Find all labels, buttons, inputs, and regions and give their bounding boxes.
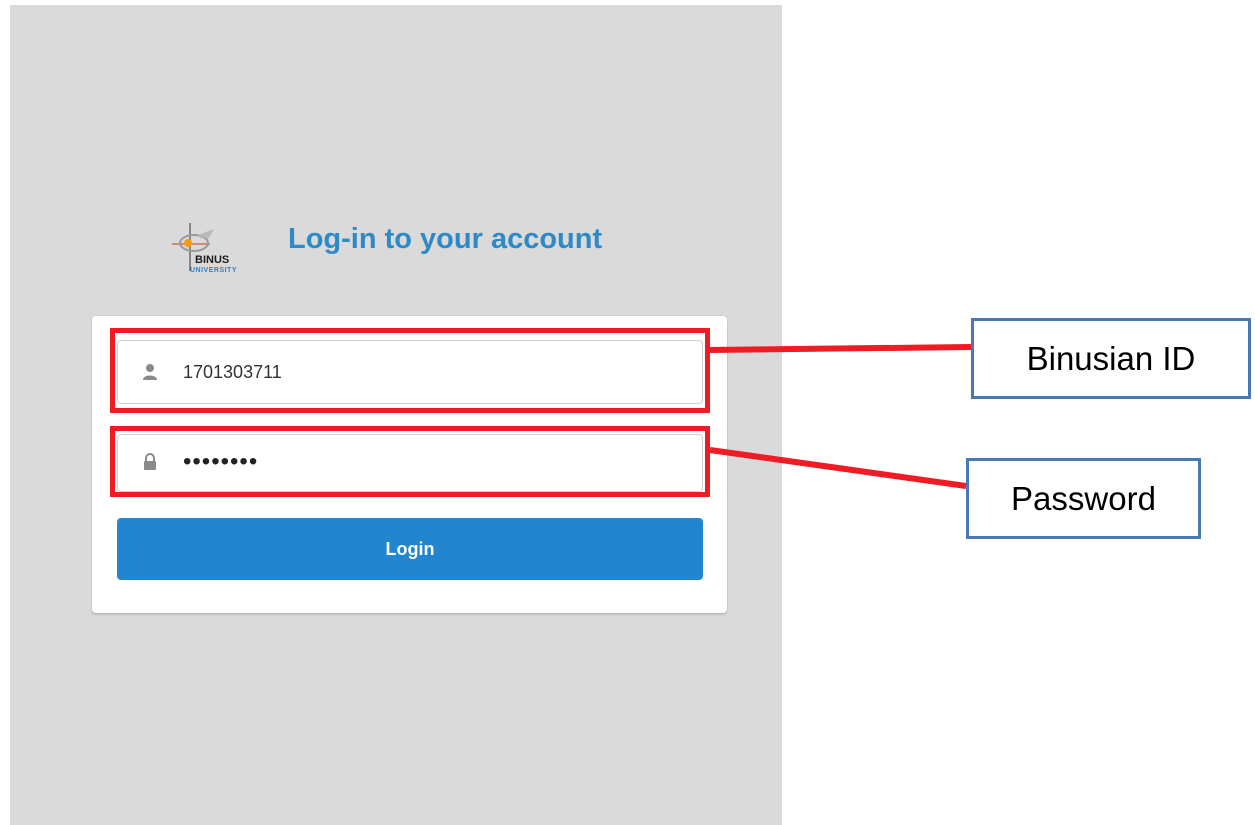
- binusian-id-callout: Binusian ID: [971, 318, 1251, 399]
- login-button[interactable]: Login: [117, 518, 703, 580]
- password-field[interactable]: ••••••••: [117, 434, 703, 492]
- password-value: ••••••••: [183, 448, 259, 475]
- username-field[interactable]: 1701303711: [117, 340, 703, 404]
- password-callout: Password: [966, 458, 1201, 539]
- login-header: BINUS UNIVERSITY Log-in to your account: [168, 215, 728, 287]
- user-icon: [142, 363, 158, 381]
- username-value: 1701303711: [183, 362, 282, 382]
- binus-logo: BINUS UNIVERSITY: [168, 221, 268, 287]
- logo-subtext: UNIVERSITY: [190, 267, 238, 274]
- lock-icon: [142, 453, 158, 471]
- page-title: Log-in to your account: [288, 223, 603, 255]
- logo-text: BINUS: [195, 254, 230, 266]
